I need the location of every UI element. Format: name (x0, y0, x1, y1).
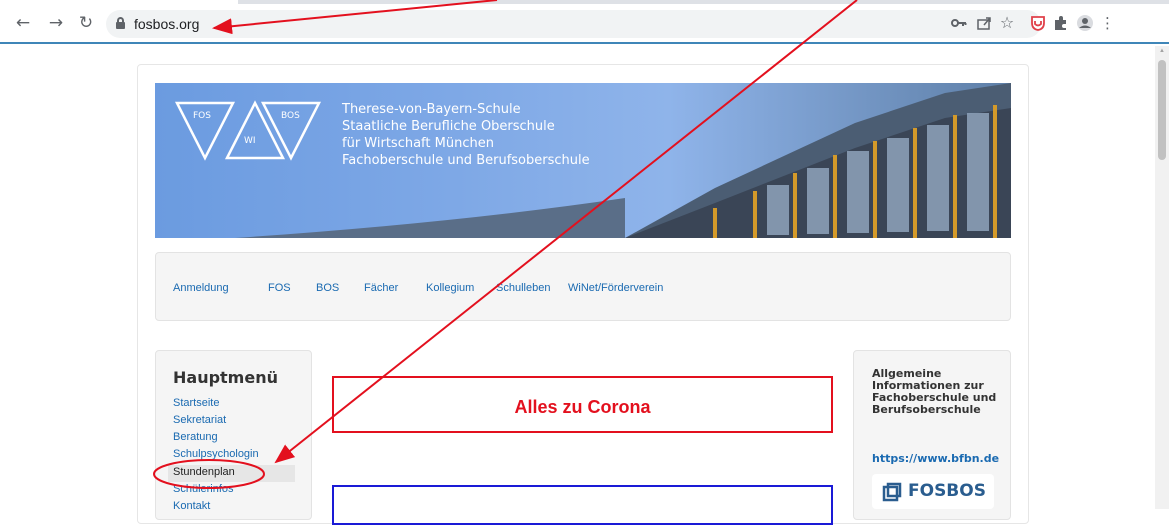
nav-kollegium[interactable]: Kollegium (426, 282, 474, 294)
star-icon[interactable]: ☆ (998, 14, 1016, 32)
nav-fos[interactable]: FOS (268, 282, 291, 294)
profile-icon[interactable] (1075, 14, 1095, 32)
address-bar[interactable] (106, 10, 1041, 38)
school-name-line-1: Therese-von-Bayern-Schule (342, 102, 521, 117)
menu-item-kontakt[interactable]: Kontakt (173, 500, 210, 512)
scrollbar[interactable]: ▲ (1155, 46, 1169, 509)
school-name-line-3: für Wirtschaft München (342, 136, 494, 151)
scroll-up-icon[interactable]: ▲ (1159, 48, 1165, 54)
menu-item-stundenplan[interactable]: Stundenplan (173, 466, 235, 478)
url-text[interactable]: fosbos.org (134, 16, 199, 32)
lock-icon[interactable] (116, 17, 125, 29)
info-title: Allgemeine Informationen zur Fachobersch… (872, 367, 997, 416)
nav-schulleben[interactable]: Schulleben (496, 282, 550, 294)
school-name-line-2: Staatliche Berufliche Oberschule (342, 119, 555, 134)
forward-icon[interactable]: → (47, 14, 65, 32)
extension-shield-icon[interactable] (1029, 14, 1047, 32)
share-icon[interactable] (975, 14, 993, 32)
menu-icon[interactable]: ⋮ (1100, 14, 1115, 32)
fosbos-logo-text: FOSBOS (908, 481, 986, 501)
nav-bos[interactable]: BOS (316, 282, 339, 294)
school-name-line-4: Fachoberschule und Berufsoberschule (342, 153, 590, 168)
fosbos-logo-icon (882, 482, 902, 502)
tab-strip-edge (238, 0, 1169, 4)
menu-item-schuelerinfos[interactable]: Schülerinfos (173, 483, 234, 495)
main-menu-title: Hauptmenü (173, 368, 278, 387)
logo-wi-label: WI (244, 136, 256, 146)
menu-item-schulpsychologin[interactable]: Schulpsychologin (173, 448, 259, 460)
menu-item-startseite[interactable]: Startseite (173, 397, 219, 409)
logo-fos-label: FOS (193, 111, 211, 121)
scroll-thumb[interactable] (1158, 60, 1166, 160)
nav-faecher[interactable]: Fächer (364, 282, 398, 294)
blue-content-box[interactable] (332, 485, 833, 525)
school-name: Therese-von-Bayern-Schule Staatliche Ber… (342, 101, 590, 169)
corona-link[interactable]: Alles zu Corona (332, 397, 833, 418)
menu-item-sekretariat[interactable]: Sekretariat (173, 414, 226, 426)
menu-item-beratung[interactable]: Beratung (173, 431, 218, 443)
nav-winet-foerderverein[interactable]: WiNet/Förderverein (568, 282, 663, 294)
bfbn-link[interactable]: https://www.bfbn.de (872, 452, 999, 465)
puzzle-icon[interactable] (1052, 14, 1070, 32)
nav-anmeldung[interactable]: Anmeldung (173, 282, 229, 294)
back-icon[interactable]: ← (14, 14, 32, 32)
reload-icon[interactable]: ↻ (77, 14, 95, 32)
logo-bos-label: BOS (281, 111, 300, 121)
key-icon[interactable] (950, 14, 968, 32)
